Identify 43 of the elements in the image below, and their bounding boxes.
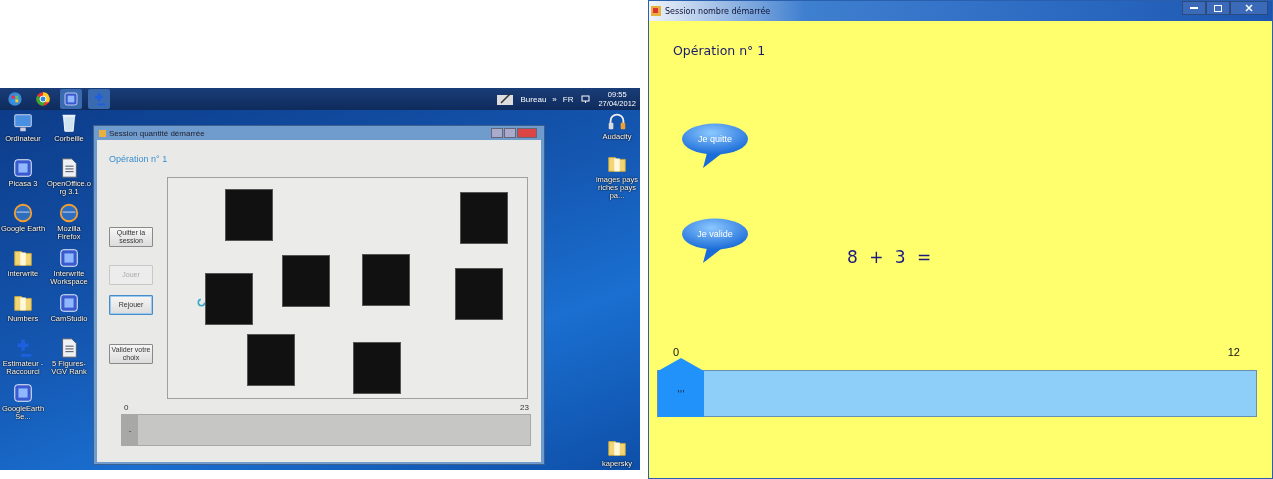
app-icon bbox=[651, 6, 661, 16]
tray-label[interactable]: » bbox=[552, 94, 557, 104]
operation-heading: Opération n° 1 bbox=[109, 154, 169, 164]
square-tile[interactable] bbox=[461, 193, 507, 243]
scale-min-label: 0 bbox=[124, 403, 129, 412]
app-icon bbox=[99, 129, 106, 137]
square-tile[interactable] bbox=[363, 255, 409, 305]
maximize-icon bbox=[1214, 4, 1222, 12]
window-title: Session quantité démarrée bbox=[109, 128, 205, 138]
pen-tablet-icon[interactable] bbox=[496, 93, 513, 105]
maximize-button[interactable] bbox=[1206, 1, 1230, 15]
square-tile[interactable] bbox=[248, 335, 294, 385]
square-tile[interactable] bbox=[354, 343, 400, 393]
equation-text: 8 + 3 = bbox=[847, 247, 933, 267]
close-icon bbox=[1245, 4, 1253, 12]
app-icon[interactable] bbox=[12, 382, 34, 404]
square-tile[interactable] bbox=[226, 190, 272, 240]
tray-label[interactable]: Bureau bbox=[520, 94, 547, 104]
loading-spinner-icon bbox=[197, 298, 206, 307]
tray-label[interactable]: FR bbox=[562, 94, 574, 104]
globe-icon[interactable] bbox=[12, 202, 34, 224]
square-tile[interactable] bbox=[206, 274, 252, 324]
app-icon[interactable] bbox=[12, 157, 34, 179]
slider-thumb[interactable]: - bbox=[122, 415, 138, 445]
app-icon[interactable] bbox=[58, 292, 80, 314]
slider-thumb[interactable]: ''' bbox=[658, 358, 704, 417]
square-tile[interactable] bbox=[283, 256, 329, 306]
scale-max-label: 12 bbox=[1227, 346, 1240, 358]
scale-min-label: 0 bbox=[673, 346, 680, 358]
monitor-icon[interactable] bbox=[12, 112, 34, 134]
scale-max-label: 23 bbox=[520, 403, 529, 412]
app-icon[interactable] bbox=[58, 247, 80, 269]
globe-icon[interactable] bbox=[58, 202, 80, 224]
square-tile[interactable] bbox=[456, 269, 502, 319]
app-icon[interactable] bbox=[63, 91, 79, 107]
minimize-icon bbox=[1190, 7, 1198, 9]
browser-icon[interactable] bbox=[35, 91, 51, 107]
window-title: Session nombre démarrée bbox=[665, 6, 771, 16]
network-icon[interactable] bbox=[581, 94, 591, 104]
minimize-button[interactable] bbox=[1182, 1, 1206, 15]
start-icon[interactable] bbox=[7, 91, 23, 107]
operation-heading: Opération n° 1 bbox=[673, 43, 767, 59]
close-button[interactable] bbox=[1230, 1, 1268, 15]
